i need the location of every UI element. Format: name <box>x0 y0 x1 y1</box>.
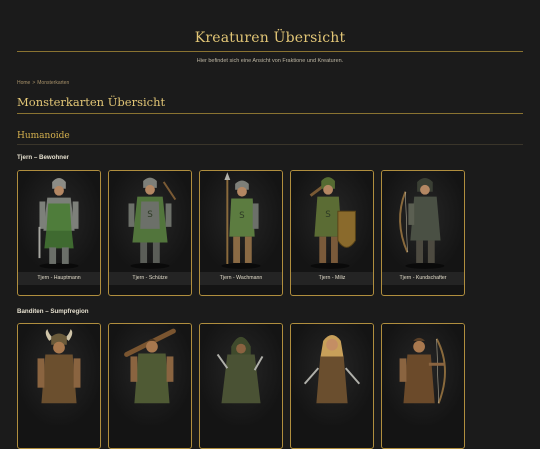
header-divider <box>17 51 523 52</box>
horned-bandit-icon <box>18 324 100 425</box>
breadcrumb-separator: > <box>32 80 36 86</box>
creature-card[interactable]: S Tjern - Schütze <box>108 170 192 296</box>
breadcrumb: Home > Monsterkarten <box>17 80 69 86</box>
creature-card[interactable] <box>199 323 283 449</box>
group-title-banditen: Banditen – Sumpfregion <box>17 308 89 315</box>
card-label: Tjern - Wachmann <box>200 272 282 285</box>
svg-text:S: S <box>239 211 245 221</box>
bow-bandit-icon <box>382 324 464 425</box>
card-row-banditen <box>17 323 465 449</box>
section-title-humanoide: Humanoide <box>17 131 70 141</box>
group-title-tjern: Tjern – Bewohner <box>17 154 69 161</box>
site-header: Kreaturen Übersicht Hier befindet sich e… <box>0 0 540 64</box>
creature-card[interactable]: S Tjern - Wachmann <box>199 170 283 296</box>
card-label: Tjern - Schütze <box>109 272 191 285</box>
scout-bow-icon <box>382 171 464 272</box>
armored-captain-icon <box>18 171 100 272</box>
page-title: Monsterkarten Übersicht <box>17 95 166 109</box>
hooded-bandit-icon <box>200 324 282 425</box>
creature-card[interactable]: Tjern - Hauptmann <box>17 170 101 296</box>
spear-guard-icon: S <box>200 171 282 272</box>
archer-icon: S <box>109 171 191 272</box>
creature-card[interactable] <box>381 323 465 449</box>
card-row-tjern: Tjern - Hauptmann S Tjern - Schütze S Tj… <box>17 170 465 296</box>
militia-shield-icon: S <box>291 171 373 272</box>
card-label: Tjern - Miliz <box>291 272 373 285</box>
site-subtitle: Hier befindet sich eine Ansicht von Frak… <box>196 58 344 64</box>
svg-text:S: S <box>147 210 153 220</box>
breadcrumb-home-link[interactable]: Home <box>17 80 30 86</box>
site-title: Kreaturen Übersicht <box>194 30 346 46</box>
creature-card[interactable] <box>17 323 101 449</box>
page-title-divider <box>17 113 523 114</box>
creature-card[interactable]: Tjern - Kundschafter <box>381 170 465 296</box>
creature-card[interactable] <box>290 323 374 449</box>
creature-card[interactable]: S Tjern - Miliz <box>290 170 374 296</box>
creature-card[interactable] <box>108 323 192 449</box>
breadcrumb-current: Monsterkarten <box>37 80 70 86</box>
section-divider <box>17 144 523 145</box>
svg-text:S: S <box>325 210 331 220</box>
card-label: Tjern - Kundschafter <box>382 272 464 285</box>
club-bandit-icon <box>109 324 191 425</box>
card-label: Tjern - Hauptmann <box>18 272 100 285</box>
blonde-bandit-icon <box>291 324 373 425</box>
